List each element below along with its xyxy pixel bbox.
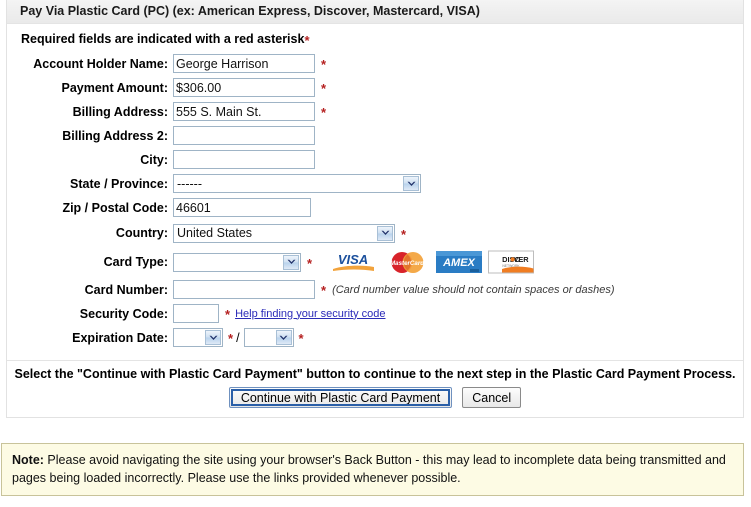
required-fields-note: Required fields are indicated with a red…: [7, 24, 743, 52]
footer-instruction-text: Select the "Continue with Plastic Card P…: [14, 367, 736, 381]
account-holder-name-required-asterisk: *: [321, 57, 327, 72]
required-asterisk-icon: *: [304, 33, 310, 48]
label-security-code: Security Code:: [79, 306, 168, 321]
note-prefix: Note:: [12, 453, 44, 467]
label-city: City:: [140, 152, 168, 167]
country-select[interactable]: United States: [173, 223, 395, 243]
country-selected-value: United States: [177, 226, 253, 240]
row-payment-amount: Payment Amount: *: [7, 76, 743, 99]
svg-text:VISA: VISA: [338, 252, 368, 267]
card-number-required-asterisk: *: [321, 283, 327, 298]
security-code-input[interactable]: [173, 304, 219, 323]
label-account-holder-name: Account Holder Name:: [33, 56, 168, 71]
payment-amount-required-asterisk: *: [321, 81, 327, 96]
row-card-number: Card Number: * (Card number value should…: [7, 278, 743, 301]
row-city: City:: [7, 148, 743, 171]
expiration-month-required-asterisk: *: [228, 331, 234, 346]
row-card-type: Card Type: * VISA MasterCard AMEX VER NE…: [7, 247, 743, 277]
expiration-month-select[interactable]: [173, 328, 223, 347]
row-billing-address: Billing Address: *: [7, 100, 743, 123]
row-expiration-date: Expiration Date: * / *: [7, 326, 743, 349]
zip-postal-code-input[interactable]: [173, 198, 311, 217]
svg-text:VER: VER: [513, 255, 529, 264]
label-card-number: Card Number:: [84, 282, 168, 297]
expiration-year-required-asterisk: *: [298, 331, 304, 346]
form-action-buttons: Continue with Plastic Card Payment Cance…: [7, 387, 743, 417]
expiration-year-select[interactable]: [243, 328, 294, 347]
state-province-select[interactable]: ------: [173, 174, 421, 193]
card-type-required-asterisk: *: [307, 255, 313, 271]
plastic-card-payment-panel: Pay Via Plastic Card (PC) (ex: American …: [6, 0, 744, 418]
card-type-select[interactable]: [173, 252, 301, 272]
row-security-code: Security Code: * Help finding your secur…: [7, 302, 743, 325]
chevron-down-icon[interactable]: [377, 225, 393, 241]
chevron-down-icon[interactable]: [205, 330, 221, 345]
label-payment-amount: Payment Amount:: [61, 80, 169, 95]
country-required-asterisk: *: [401, 226, 407, 242]
billing-address-2-input[interactable]: [173, 126, 315, 145]
label-state-province: State / Province:: [70, 176, 168, 191]
row-account-holder-name: Account Holder Name: *: [7, 52, 743, 75]
continue-with-plastic-card-payment-button[interactable]: Continue with Plastic Card Payment: [228, 387, 453, 408]
city-input[interactable]: [173, 150, 315, 169]
row-zip-postal-code: Zip / Postal Code:: [7, 196, 743, 219]
row-billing-address-2: Billing Address 2:: [7, 124, 743, 147]
visa-logo: VISA: [328, 249, 379, 275]
label-expiration-date: Expiration Date:: [72, 330, 168, 345]
mastercard-logo: MasterCard: [384, 249, 431, 275]
chevron-down-icon[interactable]: [403, 176, 419, 191]
security-code-help-link[interactable]: Help finding your security code: [235, 308, 385, 320]
svg-text:AMEX: AMEX: [442, 257, 475, 269]
panel-header-title: Pay Via Plastic Card (PC) (ex: American …: [7, 0, 743, 24]
required-fields-note-text: Required fields are indicated with a red…: [21, 32, 305, 46]
back-button-warning-note: Note: Please avoid navigating the site u…: [1, 443, 744, 497]
security-code-required-asterisk: *: [225, 307, 231, 322]
payment-amount-input[interactable]: [173, 78, 315, 97]
card-number-input[interactable]: [173, 280, 315, 299]
expiration-date-separator: /: [236, 330, 240, 345]
label-billing-address-2: Billing Address 2:: [62, 128, 168, 143]
row-state-province: State / Province: ------: [7, 172, 743, 195]
billing-address-required-asterisk: *: [321, 105, 327, 120]
billing-address-input[interactable]: [173, 102, 315, 121]
account-holder-name-input[interactable]: [173, 54, 315, 73]
accepted-card-logos: VISA MasterCard AMEX VER NETWORK: [328, 249, 535, 275]
label-card-type: Card Type:: [103, 255, 168, 269]
cancel-button[interactable]: Cancel: [462, 387, 522, 408]
note-text: Please avoid navigating the site using y…: [12, 453, 726, 486]
chevron-down-icon[interactable]: [283, 254, 299, 270]
card-number-hint: (Card number value should not contain sp…: [332, 283, 615, 296]
chevron-down-icon[interactable]: [275, 330, 292, 345]
svg-text:MasterCard: MasterCard: [390, 260, 424, 267]
label-billing-address: Billing Address:: [72, 104, 168, 119]
row-country: Country: United States *: [7, 220, 743, 246]
label-zip-postal-code: Zip / Postal Code:: [62, 200, 168, 215]
amex-logo: AMEX: [436, 250, 483, 273]
state-province-selected-value: ------: [177, 176, 202, 191]
discover-logo: DISC VER NETWORK: [488, 250, 535, 273]
payment-form: Account Holder Name: * Payment Amount: *…: [7, 52, 743, 354]
label-country: Country:: [115, 226, 168, 240]
